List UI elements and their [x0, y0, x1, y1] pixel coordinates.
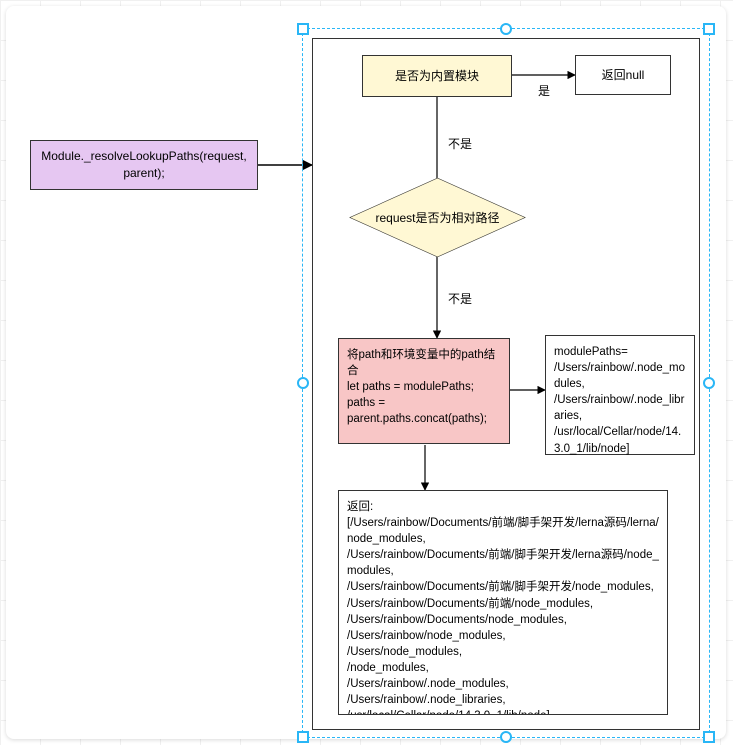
return-line: /Users/rainbow/Documents/前端/node_modules… — [347, 596, 659, 612]
combine-code2: paths = — [347, 395, 501, 411]
handle-bottom-left[interactable] — [297, 731, 309, 743]
combine-paths-node[interactable]: 将path和环境变量中的path结合 let paths = modulePat… — [338, 338, 510, 444]
mp-line4: /usr/local/Cellar/node/14.3.0_1/lib/node… — [554, 424, 686, 456]
handle-top-left[interactable] — [297, 23, 309, 35]
diagram-canvas[interactable]: Module._resolveLookupPaths(request, pare… — [0, 0, 733, 745]
mp-line2: /Users/rainbow/.node_modules, — [554, 360, 686, 392]
combine-code3: parent.paths.concat(paths); — [347, 411, 501, 427]
mp-line3: /Users/rainbow/.node_libraries, — [554, 392, 686, 424]
return-header: 返回: — [347, 499, 659, 515]
label-yes: 是 — [538, 82, 550, 99]
handle-mid-left[interactable] — [297, 377, 309, 389]
combine-title: 将path和环境变量中的path结合 — [347, 347, 501, 379]
handle-bottom-mid[interactable] — [500, 731, 512, 743]
entry-node[interactable]: Module._resolveLookupPaths(request, pare… — [30, 140, 258, 190]
mp-line1: modulePaths= — [554, 344, 686, 360]
decision-relative[interactable]: request是否为相对路径 — [345, 170, 530, 265]
entry-label: Module._resolveLookupPaths(request, pare… — [39, 148, 249, 182]
return-line: /node_modules, — [347, 660, 659, 676]
label-no-1: 不是 — [448, 135, 472, 152]
decision-builtin[interactable]: 是否为内置模块 — [362, 55, 512, 97]
return-block-node[interactable]: 返回: [/Users/rainbow/Documents/前端/脚手架开发/l… — [338, 490, 668, 715]
return-lines: [/Users/rainbow/Documents/前端/脚手架开发/lerna… — [347, 515, 659, 715]
return-null-label: 返回null — [602, 67, 645, 84]
return-line: [/Users/rainbow/Documents/前端/脚手架开发/lerna… — [347, 515, 659, 547]
return-line: /Users/rainbow/.node_modules, — [347, 676, 659, 692]
return-line: /Users/node_modules, — [347, 644, 659, 660]
module-paths-node[interactable]: modulePaths= /Users/rainbow/.node_module… — [545, 335, 695, 455]
handle-bottom-right[interactable] — [703, 731, 715, 743]
return-line: /Users/rainbow/Documents/前端/脚手架开发/lerna源… — [347, 547, 659, 579]
return-line: /usr/local/Cellar/node/14.3.0_1/lib/node… — [347, 708, 659, 715]
return-line: /Users/rainbow/Documents/node_modules, — [347, 612, 659, 628]
return-line: /Users/rainbow/node_modules, — [347, 628, 659, 644]
combine-code1: let paths = modulePaths; — [347, 379, 501, 395]
decision-relative-label: request是否为相对路径 — [371, 209, 503, 226]
return-null-node[interactable]: 返回null — [575, 55, 671, 95]
handle-top-mid[interactable] — [500, 23, 512, 35]
decision-builtin-label: 是否为内置模块 — [395, 68, 479, 85]
handle-top-right[interactable] — [703, 23, 715, 35]
handle-mid-right[interactable] — [703, 377, 715, 389]
return-line: /Users/rainbow/Documents/前端/脚手架开发/node_m… — [347, 579, 659, 595]
label-no-2: 不是 — [448, 290, 472, 307]
return-line: /Users/rainbow/.node_libraries, — [347, 692, 659, 708]
